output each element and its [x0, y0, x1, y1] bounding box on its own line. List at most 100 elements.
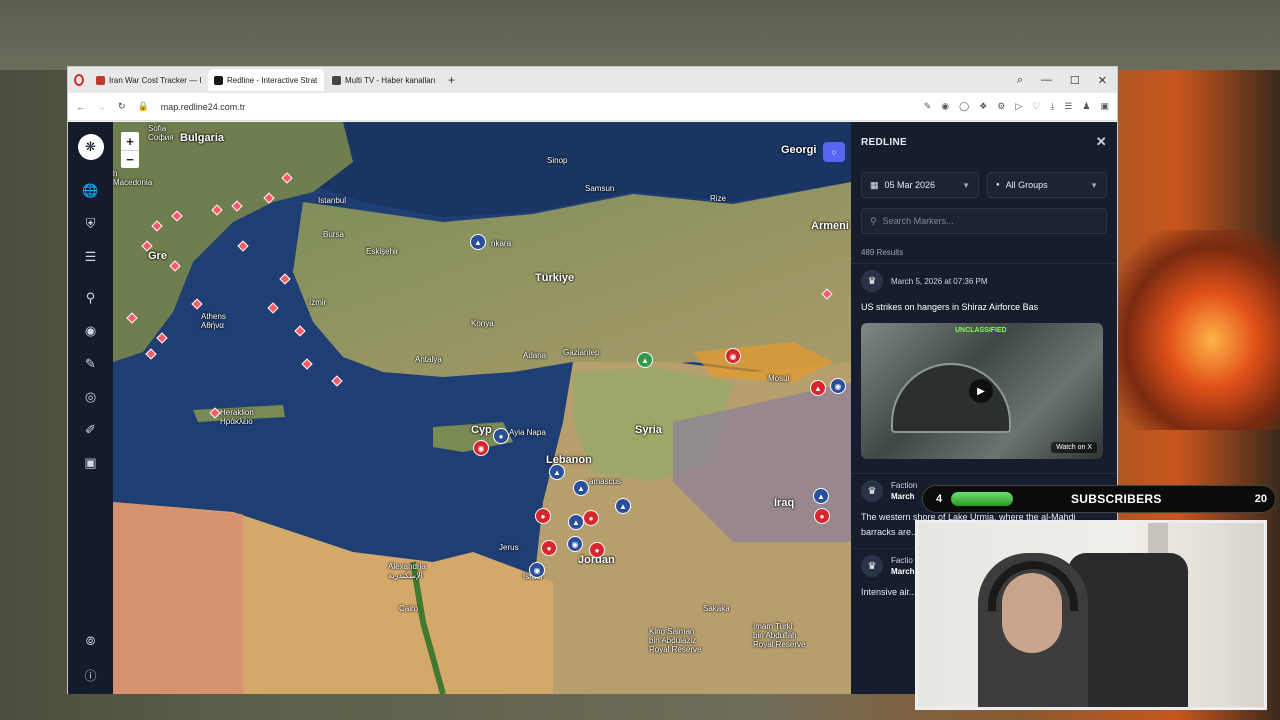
- map-label: Gaziantep: [563, 348, 600, 357]
- tab-label: Iran War Cost Tracker — I: [109, 75, 202, 85]
- map-label: Cyp: [471, 424, 492, 436]
- map-marker[interactable]: ●: [541, 540, 557, 556]
- map-marker[interactable]: ●: [583, 510, 599, 526]
- date-filter-dropdown[interactable]: ▦ 05 Mar 2026 ▼: [861, 172, 979, 198]
- map-marker[interactable]: ▲: [470, 234, 486, 250]
- profile-icon[interactable]: ♟: [1082, 101, 1090, 112]
- shield-icon[interactable]: ◯: [959, 101, 969, 112]
- map-label: Georgi: [781, 144, 817, 156]
- group-filter-value: All Groups: [1005, 180, 1048, 190]
- marker-search: ⚲: [861, 208, 1107, 234]
- ruler-icon[interactable]: ✎: [68, 347, 113, 380]
- tab-redline[interactable]: Redline - Interactive Strat: [208, 69, 324, 91]
- chevron-down-icon: ▼: [1090, 180, 1098, 190]
- map-marker[interactable]: ◉: [529, 562, 545, 578]
- faction-icon: ♛: [861, 555, 883, 577]
- camera-icon[interactable]: ◉: [941, 101, 949, 112]
- pin-icon[interactable]: ◉: [68, 314, 113, 347]
- calendar-icon: ▦: [870, 179, 879, 190]
- download-icon[interactable]: ⤓: [1050, 101, 1054, 112]
- broadcast-icon[interactable]: ⦾: [86, 634, 96, 649]
- edit-icon[interactable]: ✎: [924, 101, 932, 112]
- reload-icon[interactable]: ↻: [118, 101, 126, 112]
- map-label: Sofia София: [148, 124, 174, 142]
- tab-iran-war-cost[interactable]: Iran War Cost Tracker — I: [90, 69, 206, 91]
- search-tabs-icon[interactable]: ⌕: [1017, 74, 1023, 87]
- map-marker[interactable]: ●: [535, 508, 551, 524]
- map-marker[interactable]: ▲: [549, 464, 565, 480]
- new-tab-button[interactable]: +: [448, 73, 455, 87]
- info-icon[interactable]: ⓘ: [84, 667, 96, 684]
- subscriber-goal-bar: 4 SUBSCRIBERS 20: [922, 485, 1276, 513]
- map-marker[interactable]: ◉: [473, 440, 489, 456]
- tab-multi-tv[interactable]: Multi TV - Haber kanalları: [326, 69, 442, 91]
- tab-label: Redline - Interactive Strat: [227, 75, 318, 85]
- zoom-in-button[interactable]: +: [121, 132, 139, 150]
- close-panel-button[interactable]: ✕: [1096, 134, 1107, 150]
- video-thumbnail[interactable]: UNCLASSIFIED ▶ Watch on X: [861, 323, 1103, 459]
- map-marker[interactable]: ▲: [568, 514, 584, 530]
- search-icon[interactable]: ⚲: [68, 281, 113, 314]
- globe-icon[interactable]: 🌐: [68, 174, 113, 207]
- menu-icon[interactable]: ☰: [1064, 101, 1072, 112]
- cube-icon[interactable]: ▣: [1100, 101, 1109, 112]
- map-marker[interactable]: ▲: [637, 352, 653, 368]
- background-fire: [1110, 230, 1280, 430]
- zoom-out-button[interactable]: −: [121, 150, 139, 168]
- map-marker[interactable]: ●: [493, 428, 509, 444]
- redline-logo-icon[interactable]: ❋: [77, 134, 104, 160]
- map-canvas[interactable]: + − ○ Sofia София Bulgaria h Macedonia I…: [113, 122, 851, 694]
- background-sky: [0, 0, 1280, 70]
- map-label: Syria: [635, 424, 662, 436]
- map-label: Adana: [523, 351, 547, 360]
- forward-icon[interactable]: →: [97, 102, 106, 112]
- event-card[interactable]: ♛ March 5, 2026 at 07:36 PM US strikes o…: [851, 264, 1117, 467]
- map-marker[interactable]: ●: [589, 542, 605, 558]
- map-marker[interactable]: ◉: [725, 348, 741, 364]
- settings-icon[interactable]: ⚙: [997, 101, 1005, 112]
- opera-logo-icon[interactable]: [74, 74, 84, 86]
- shield-icon[interactable]: ⛨: [68, 207, 113, 240]
- search-icon: ⚲: [870, 215, 877, 226]
- map-marker[interactable]: ▲: [615, 498, 631, 514]
- sliders-icon[interactable]: ☰: [68, 240, 113, 273]
- heart-icon[interactable]: ♡: [1032, 101, 1040, 112]
- map-marker[interactable]: ◉: [830, 378, 846, 394]
- faction-icon: ♛: [861, 270, 883, 292]
- map-label: Rize: [710, 194, 727, 203]
- back-icon[interactable]: ←: [76, 102, 85, 112]
- search-markers-input[interactable]: [882, 216, 1083, 226]
- map-marker[interactable]: ●: [814, 508, 830, 524]
- card-timestamp: March 5, 2026 at 07:36 PM: [891, 276, 988, 286]
- play-icon[interactable]: ▶: [969, 379, 993, 403]
- map-label: Samsun: [585, 184, 615, 193]
- discord-icon[interactable]: ○: [823, 142, 845, 162]
- camera-icon[interactable]: ▣: [68, 446, 113, 479]
- url-field[interactable]: map.redline24.com.tr: [161, 102, 246, 112]
- map-label: Sinop: [547, 156, 568, 165]
- toolbar-icons: ✎ ◉ ◯ ❖ ⚙ ▷ ♡ ⤓ ☰ ♟ ▣: [924, 101, 1109, 112]
- map-marker[interactable]: ▲: [810, 380, 826, 396]
- card-meta-text: Faction March: [891, 480, 917, 502]
- close-button[interactable]: ✕: [1098, 74, 1107, 87]
- card-date: March: [891, 492, 915, 501]
- minimize-button[interactable]: —: [1041, 74, 1052, 87]
- group-filter-dropdown[interactable]: ● All Groups ▼: [987, 172, 1107, 198]
- card-meta: ♛ March 5, 2026 at 07:36 PM: [861, 270, 1107, 292]
- watch-on-x-button[interactable]: Watch on X: [1051, 442, 1097, 453]
- panel-title: REDLINE: [861, 136, 907, 148]
- map-label: amascus: [589, 477, 622, 486]
- extension-icon[interactable]: ❖: [979, 101, 987, 112]
- panel-header: REDLINE ✕: [851, 122, 1117, 162]
- map-marker[interactable]: ▲: [573, 480, 589, 496]
- map-marker[interactable]: ◉: [567, 536, 583, 552]
- play-icon[interactable]: ▷: [1015, 101, 1022, 112]
- pen-icon[interactable]: ✐: [68, 413, 113, 446]
- map-label: Armeni: [811, 220, 849, 232]
- target-icon[interactable]: ◎: [68, 380, 113, 413]
- map-marker[interactable]: ▲: [813, 488, 829, 504]
- maximize-button[interactable]: ☐: [1070, 74, 1080, 87]
- map-label: Gre: [148, 250, 167, 262]
- rail-bottom: ⦾ ⓘ: [84, 634, 96, 684]
- map-label: nkara: [491, 239, 512, 248]
